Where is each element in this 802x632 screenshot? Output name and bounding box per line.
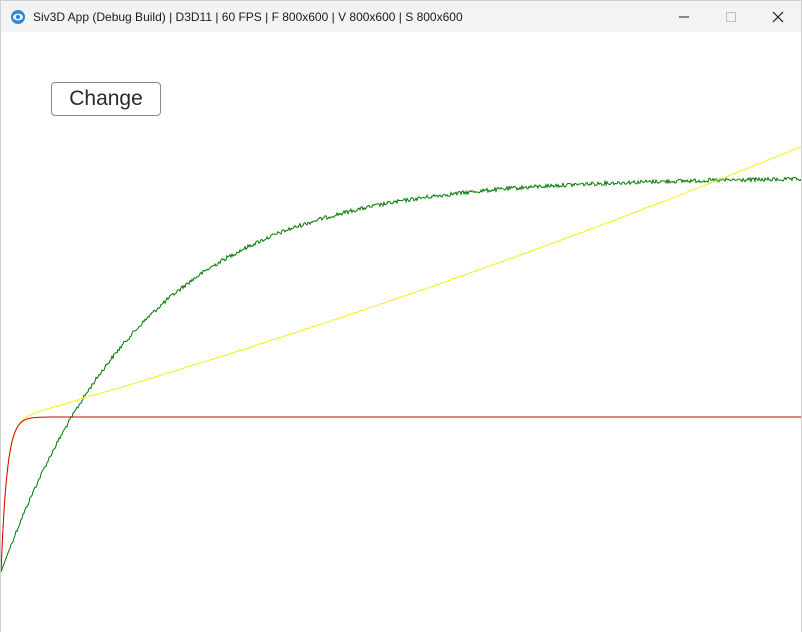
- red-curve: [1, 416, 801, 573]
- title-bar[interactable]: Siv3D App (Debug Build) | D3D11 | 60 FPS…: [1, 1, 801, 32]
- close-icon: [772, 11, 783, 22]
- client-area: Change: [1, 32, 801, 632]
- minimize-button[interactable]: [660, 1, 707, 32]
- maximize-button[interactable]: [707, 1, 754, 32]
- caption-buttons: [660, 1, 801, 32]
- window-title: Siv3D App (Debug Build) | D3D11 | 60 FPS…: [33, 9, 463, 24]
- app-window: Siv3D App (Debug Build) | D3D11 | 60 FPS…: [0, 0, 802, 632]
- close-button[interactable]: [754, 1, 801, 32]
- yellow-curve: [1, 146, 801, 573]
- maximize-icon: [725, 11, 736, 22]
- minimize-icon: [678, 16, 689, 17]
- siv3d-app-icon: [10, 9, 26, 25]
- curve-plot: [1, 146, 801, 573]
- change-button[interactable]: Change: [51, 82, 161, 116]
- green-curve: [1, 176, 801, 573]
